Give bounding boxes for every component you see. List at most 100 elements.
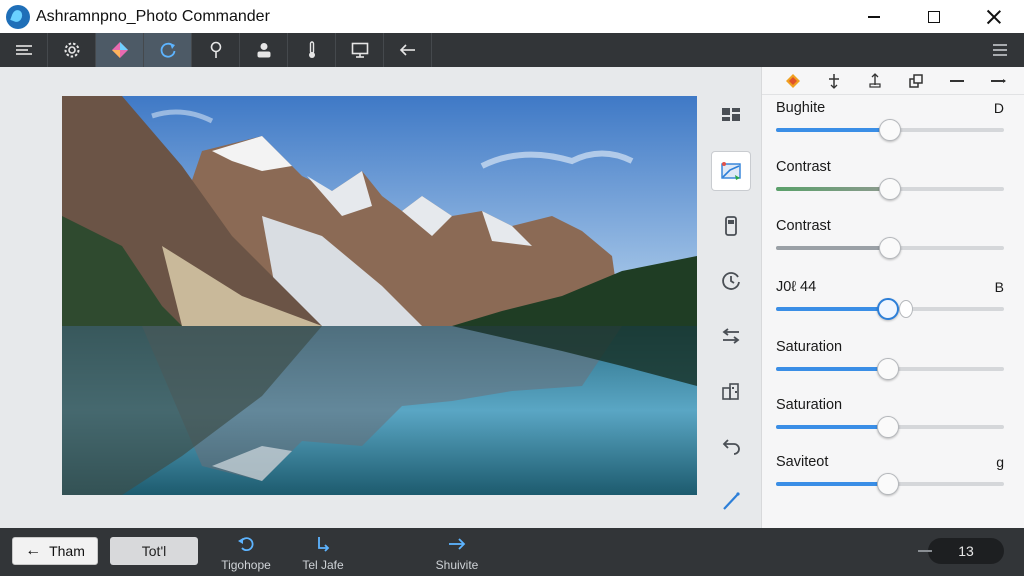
slider-handle[interactable] <box>879 237 901 259</box>
layers-icon <box>908 73 923 88</box>
toolbar-pin-button[interactable] <box>192 33 240 67</box>
minimize-icon <box>868 15 880 18</box>
panel-tab-transform[interactable] <box>854 67 895 95</box>
toolbar-user-button[interactable] <box>240 33 288 67</box>
back-button[interactable]: ← Tham <box>12 537 98 565</box>
bottom-action-label: Tel Jafe <box>302 558 344 572</box>
side-tool-grid[interactable] <box>712 97 750 135</box>
adjustment-label: Saturation <box>776 339 843 355</box>
toolbar-back-button[interactable] <box>384 33 432 67</box>
panel-tab-color[interactable] <box>772 67 813 95</box>
slider-secondary-handle[interactable] <box>898 300 913 318</box>
swap-icon <box>722 328 740 344</box>
maximize-icon <box>928 10 940 23</box>
slider-handle[interactable] <box>876 298 899 320</box>
slider-fill <box>776 307 888 311</box>
tool-button[interactable]: Tot'l <box>110 537 198 565</box>
hamburger-menu-icon <box>993 44 1007 56</box>
zoom-value: 13 <box>958 543 974 559</box>
panel-tab-crop[interactable] <box>813 67 854 95</box>
slider-track[interactable] <box>776 298 1004 320</box>
color-diamond-icon <box>111 42 128 58</box>
toolbar-settings-button[interactable] <box>48 33 96 67</box>
bottom-action-1[interactable]: Tigohope <box>206 534 286 572</box>
side-tool-swap[interactable] <box>712 317 750 355</box>
photo-canvas[interactable] <box>62 96 697 495</box>
adjustment-focused: J0ℓ 44 B <box>776 279 1004 329</box>
tool-button-label: Tot'l <box>141 543 167 559</box>
diamond-icon <box>785 73 800 88</box>
gear-icon <box>64 42 79 58</box>
slider-fill <box>776 482 888 486</box>
adjustments-panel: Bughite D Contrast Contrast J0ℓ 44 B Sat… <box>761 67 1024 528</box>
side-tool-device[interactable] <box>712 207 750 245</box>
rotate-icon <box>160 42 175 58</box>
panel-tab-collapse[interactable] <box>977 67 1018 95</box>
user-icon <box>257 43 270 58</box>
adjustment-contrast-1: Contrast <box>776 159 1004 209</box>
slider-handle[interactable] <box>879 119 901 141</box>
adjustment-label: Contrast <box>776 218 831 234</box>
adjustment-value: D <box>993 100 1004 116</box>
sliders-icon <box>15 45 32 55</box>
toolbar-color-button[interactable] <box>96 33 144 67</box>
side-tool-undo[interactable] <box>712 427 750 465</box>
window-controls <box>844 0 1024 33</box>
slider-fill <box>776 425 888 429</box>
slider-track[interactable] <box>776 119 1004 141</box>
enhance-image-icon <box>721 162 741 180</box>
turn-down-icon <box>318 537 330 552</box>
app-logo-icon <box>6 4 30 29</box>
toolbar-rotate-button[interactable] <box>144 33 192 67</box>
left-arrow-icon: ← <box>25 542 42 559</box>
slider-handle[interactable] <box>876 416 899 438</box>
bottom-action-label: Shuivite <box>435 558 479 572</box>
back-arrow-icon <box>399 44 415 56</box>
close-button[interactable] <box>964 0 1024 33</box>
panel-tab-minus[interactable] <box>936 67 977 95</box>
transform-icon <box>868 72 881 88</box>
adjustment-saturation-2: Saturation <box>776 397 1004 447</box>
bottom-action-3[interactable]: Shuivite <box>417 534 497 572</box>
rotate-left-icon <box>238 537 254 552</box>
title-bar: Ashramnpno_Photo Commander <box>0 0 1024 33</box>
clock-refresh-icon <box>722 272 740 290</box>
slider-fill <box>776 246 890 250</box>
slider-handle[interactable] <box>876 358 899 380</box>
side-tool-brush[interactable] <box>712 482 750 520</box>
grid-icon <box>722 108 740 121</box>
bottom-action-2[interactable]: Tel Jafe <box>283 534 363 572</box>
adjustment-saviteot: Savitеоt g <box>776 454 1004 504</box>
slider-fill <box>776 367 888 371</box>
slider-track[interactable] <box>776 416 1004 438</box>
maximize-button[interactable] <box>904 0 964 33</box>
hamburger-menu-button[interactable] <box>976 33 1024 67</box>
adjustment-label: Contrast <box>776 159 831 175</box>
mountain-lake-image <box>62 96 697 495</box>
crop-icon <box>828 73 839 89</box>
slider-track[interactable] <box>776 358 1004 380</box>
toolbar-temperature-button[interactable] <box>288 33 336 67</box>
adjustment-saturation-1: Saturation <box>776 339 1004 389</box>
toolbar-sliders-button[interactable] <box>0 33 48 67</box>
minimize-button[interactable] <box>844 0 904 33</box>
bottom-action-label: Tigohope <box>221 558 271 572</box>
panel-tab-layers[interactable] <box>895 67 936 95</box>
zoom-indicator[interactable]: 13 <box>918 538 1004 564</box>
adjustment-label: Savitеоt <box>776 454 829 470</box>
slider-handle[interactable] <box>876 473 899 495</box>
slider-track[interactable] <box>776 237 1004 259</box>
minus-icon <box>949 79 964 82</box>
back-button-label: Tham <box>49 543 85 559</box>
panel-tab-bar <box>762 67 1024 95</box>
slider-handle[interactable] <box>879 178 901 200</box>
close-icon <box>987 10 1001 24</box>
pin-icon <box>210 41 221 58</box>
toolbar-monitor-button[interactable] <box>336 33 384 67</box>
side-tool-enhance[interactable] <box>712 152 750 190</box>
side-tool-buildings[interactable] <box>712 372 750 410</box>
side-tool-history[interactable] <box>712 262 750 300</box>
slider-track[interactable] <box>776 473 1004 495</box>
adjustment-contrast-2: Contrast <box>776 218 1004 268</box>
slider-track[interactable] <box>776 178 1004 200</box>
